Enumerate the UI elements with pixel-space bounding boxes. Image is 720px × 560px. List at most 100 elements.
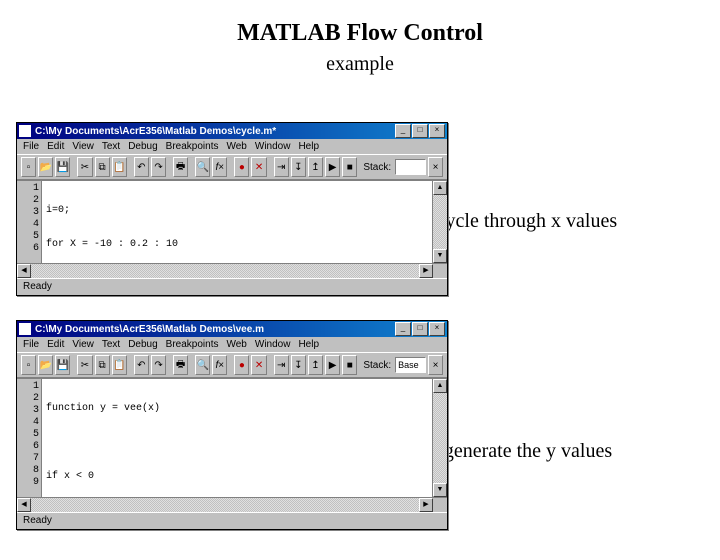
step-in-icon[interactable]: ↧ xyxy=(291,157,306,177)
toolbar: ▫ 📂 💾 ✂ ⧉ 📋 ↶ ↷ 🖶 🔍 f× ● ✕ ⇥ ↧ ↥ ▶ ■ Sta… xyxy=(17,154,447,180)
menu-help[interactable]: Help xyxy=(298,339,319,350)
menubar: File Edit View Text Debug Breakpoints We… xyxy=(17,139,447,154)
cut-icon[interactable]: ✂ xyxy=(77,157,92,177)
horizontal-scrollbar[interactable]: ◀ ▶ xyxy=(17,497,447,512)
scroll-left-icon[interactable]: ◀ xyxy=(17,264,31,278)
menu-web[interactable]: Web xyxy=(226,339,246,350)
line-number: 6 xyxy=(17,441,39,453)
scroll-down-icon[interactable]: ▼ xyxy=(433,483,447,497)
line-number: 2 xyxy=(17,393,39,405)
line-number: 9 xyxy=(17,477,39,489)
step-out-icon[interactable]: ↥ xyxy=(308,355,323,375)
save-icon[interactable]: 💾 xyxy=(55,355,70,375)
menu-web[interactable]: Web xyxy=(226,141,246,152)
run-icon[interactable]: ▶ xyxy=(325,355,340,375)
function-icon[interactable]: f× xyxy=(212,355,227,375)
copy-icon[interactable]: ⧉ xyxy=(95,157,110,177)
clear-breakpoint-icon[interactable]: ✕ xyxy=(251,355,266,375)
minimize-button[interactable]: _ xyxy=(395,124,411,138)
undo-icon[interactable]: ↶ xyxy=(134,355,149,375)
stack-select[interactable]: Base xyxy=(395,357,426,373)
step-icon[interactable]: ⇥ xyxy=(274,355,289,375)
app-icon xyxy=(19,323,31,335)
menu-window[interactable]: Window xyxy=(255,339,291,350)
menu-debug[interactable]: Debug xyxy=(128,339,157,350)
line-number: 3 xyxy=(17,207,39,219)
line-number: 4 xyxy=(17,417,39,429)
menu-text[interactable]: Text xyxy=(102,141,120,152)
scroll-right-icon[interactable]: ▶ xyxy=(419,498,433,512)
copy-icon[interactable]: ⧉ xyxy=(95,355,110,375)
set-breakpoint-icon[interactable]: ● xyxy=(234,157,249,177)
code-editor[interactable]: function y = vee(x) if x < 0 y = -x; els… xyxy=(42,379,432,497)
menu-view[interactable]: View xyxy=(72,141,94,152)
menu-view[interactable]: View xyxy=(72,339,94,350)
clear-breakpoint-icon[interactable]: ✕ xyxy=(251,157,266,177)
window-title: C:\My Documents\AcrE356\Matlab Demos\cyc… xyxy=(35,126,395,137)
menu-file[interactable]: File xyxy=(23,141,39,152)
step-icon[interactable]: ⇥ xyxy=(274,157,289,177)
menu-help[interactable]: Help xyxy=(298,141,319,152)
scroll-down-icon[interactable]: ▼ xyxy=(433,249,447,263)
redo-icon[interactable]: ↷ xyxy=(151,157,166,177)
menu-breakpoints[interactable]: Breakpoints xyxy=(166,141,219,152)
code-line: i=0; xyxy=(46,205,428,217)
stack-label: Stack: xyxy=(363,162,391,173)
function-icon[interactable]: f× xyxy=(212,157,227,177)
close-doc-icon[interactable]: × xyxy=(428,157,443,177)
stack-select[interactable] xyxy=(395,159,426,175)
new-icon[interactable]: ▫ xyxy=(21,355,36,375)
open-icon[interactable]: 📂 xyxy=(38,157,53,177)
stop-icon[interactable]: ■ xyxy=(342,157,357,177)
code-editor[interactable]: i=0; for X = -10 : 0.2 : 10 i=i+1; x(i)=… xyxy=(42,181,432,263)
maximize-button[interactable]: □ xyxy=(412,322,428,336)
open-icon[interactable]: 📂 xyxy=(38,355,53,375)
line-number: 1 xyxy=(17,183,39,195)
status-bar: Ready xyxy=(17,278,447,295)
new-icon[interactable]: ▫ xyxy=(21,157,36,177)
stack-label: Stack: xyxy=(363,360,391,371)
undo-icon[interactable]: ↶ xyxy=(134,157,149,177)
step-in-icon[interactable]: ↧ xyxy=(291,355,306,375)
paste-icon[interactable]: 📋 xyxy=(112,355,127,375)
close-doc-icon[interactable]: × xyxy=(428,355,443,375)
titlebar[interactable]: C:\My Documents\AcrE356\Matlab Demos\cyc… xyxy=(17,123,447,139)
cut-icon[interactable]: ✂ xyxy=(77,355,92,375)
titlebar[interactable]: C:\My Documents\AcrE356\Matlab Demos\vee… xyxy=(17,321,447,337)
menu-file[interactable]: File xyxy=(23,339,39,350)
redo-icon[interactable]: ↷ xyxy=(151,355,166,375)
menu-breakpoints[interactable]: Breakpoints xyxy=(166,339,219,350)
menu-text[interactable]: Text xyxy=(102,339,120,350)
find-icon[interactable]: 🔍 xyxy=(195,157,210,177)
stop-icon[interactable]: ■ xyxy=(342,355,357,375)
editor-area: 1 2 3 4 5 6 i=0; for X = -10 : 0.2 : 10 … xyxy=(17,180,447,263)
save-icon[interactable]: 💾 xyxy=(55,157,70,177)
maximize-button[interactable]: □ xyxy=(412,124,428,138)
window-title: C:\My Documents\AcrE356\Matlab Demos\vee… xyxy=(35,324,395,335)
line-gutter: 1 2 3 4 5 6 xyxy=(17,181,42,263)
menu-edit[interactable]: Edit xyxy=(47,339,64,350)
vertical-scrollbar[interactable]: ▲ ▼ xyxy=(432,181,447,263)
menu-debug[interactable]: Debug xyxy=(128,141,157,152)
vertical-scrollbar[interactable]: ▲ ▼ xyxy=(432,379,447,497)
line-number: 3 xyxy=(17,405,39,417)
scroll-up-icon[interactable]: ▲ xyxy=(433,379,447,393)
menu-edit[interactable]: Edit xyxy=(47,141,64,152)
print-icon[interactable]: 🖶 xyxy=(173,355,188,375)
line-number: 5 xyxy=(17,429,39,441)
horizontal-scrollbar[interactable]: ◀ ▶ xyxy=(17,263,447,278)
close-button[interactable]: × xyxy=(429,322,445,336)
code-line: for X = -10 : 0.2 : 10 xyxy=(46,239,428,251)
paste-icon[interactable]: 📋 xyxy=(112,157,127,177)
scroll-up-icon[interactable]: ▲ xyxy=(433,181,447,195)
minimize-button[interactable]: _ xyxy=(395,322,411,336)
scroll-right-icon[interactable]: ▶ xyxy=(419,264,433,278)
find-icon[interactable]: 🔍 xyxy=(195,355,210,375)
close-button[interactable]: × xyxy=(429,124,445,138)
set-breakpoint-icon[interactable]: ● xyxy=(234,355,249,375)
menu-window[interactable]: Window xyxy=(255,141,291,152)
print-icon[interactable]: 🖶 xyxy=(173,157,188,177)
step-out-icon[interactable]: ↥ xyxy=(308,157,323,177)
run-icon[interactable]: ▶ xyxy=(325,157,340,177)
scroll-left-icon[interactable]: ◀ xyxy=(17,498,31,512)
